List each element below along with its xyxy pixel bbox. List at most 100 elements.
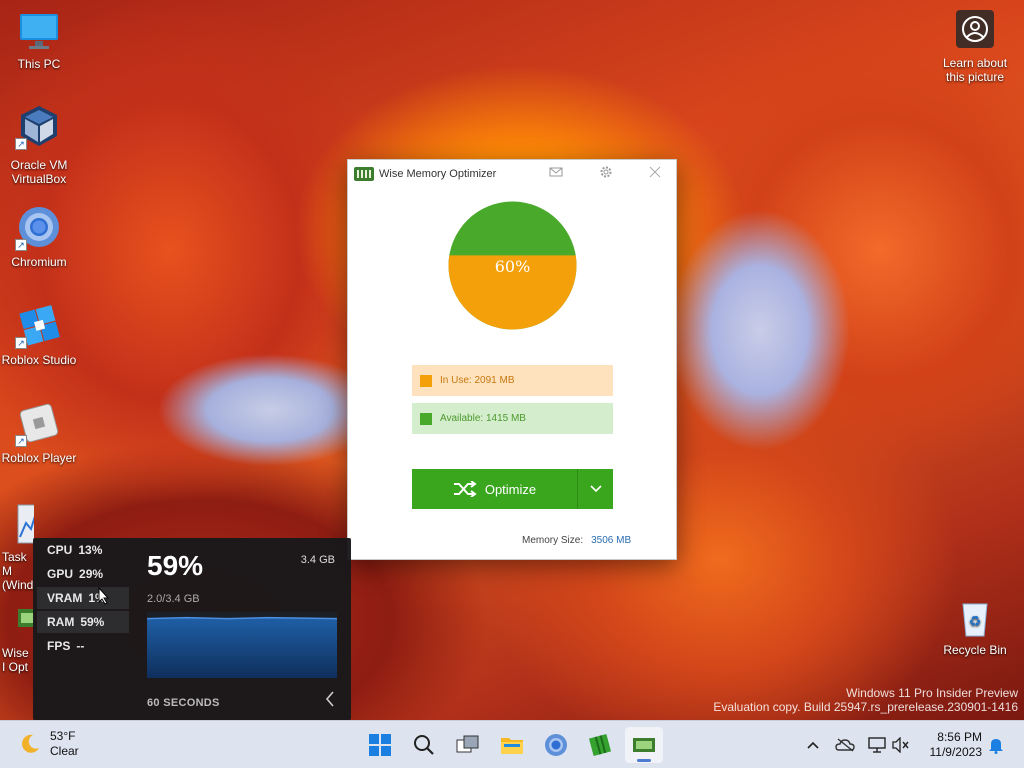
- clock-date: 11/9/2023: [929, 745, 983, 759]
- perf-row-value: 13%: [78, 543, 103, 557]
- desktop-icon-label: Roblox Studio: [1, 353, 77, 367]
- perf-row-cpu[interactable]: CPU 13%: [37, 539, 129, 561]
- roblox-player-icon: ↗: [15, 401, 61, 447]
- desktop-icon-label: This PC: [17, 57, 61, 71]
- desktop-icon-label: Chromium: [11, 255, 67, 269]
- chevron-left-icon[interactable]: [325, 691, 335, 712]
- search-button[interactable]: [405, 727, 443, 763]
- shuffle-icon: [453, 481, 477, 497]
- weather-condition: Clear: [50, 744, 79, 758]
- desktop-icon-roblox-player[interactable]: ↗ Roblox Player: [0, 401, 78, 465]
- chevron-down-icon: [589, 485, 602, 493]
- moon-icon: [22, 734, 39, 753]
- ram-usage-graph: [147, 612, 337, 678]
- gear-icon[interactable]: [595, 164, 617, 184]
- perf-row-name: GPU: [47, 567, 74, 581]
- performance-widget: CPU 13% GPU 29% VRAM 1% RAM 59% FPS -- 59% 3.…: [33, 538, 351, 720]
- in-use-swatch: [420, 374, 432, 387]
- optimize-button-group: Optimize: [412, 469, 613, 509]
- weather-temp: 53°F: [50, 729, 76, 743]
- window-titlebar[interactable]: Wise Memory Optimizer: [348, 160, 676, 188]
- wise-memory-icon: [633, 738, 655, 752]
- pie-percent-label: 60%: [494, 257, 531, 276]
- shortcut-arrow-icon: ↗: [15, 239, 27, 251]
- roblox-studio-icon: [588, 733, 612, 757]
- perf-row-name: FPS: [47, 639, 71, 653]
- perf-row-name: RAM: [47, 615, 75, 629]
- task-view-button[interactable]: [449, 727, 487, 763]
- perf-row-name: VRAM: [47, 591, 83, 605]
- desktop-icon-this-pc[interactable]: This PC: [0, 10, 78, 71]
- perf-row-value: --: [76, 639, 85, 653]
- roblox-studio-taskbar-button[interactable]: [581, 727, 619, 763]
- memory-size-label: Memory Size:: [522, 535, 584, 546]
- monitor-icon: [17, 10, 61, 54]
- desktop-icon-recycle-bin[interactable]: ♻ Recycle Bin: [936, 596, 1014, 657]
- perf-row-ram[interactable]: RAM 59%: [37, 611, 129, 633]
- virtualbox-icon: ↗: [15, 104, 61, 150]
- learn-about-picture[interactable]: Learn about this picture: [936, 10, 1014, 84]
- shortcut-arrow-icon: ↗: [15, 138, 27, 150]
- desktop-icon-label: Roblox Player: [1, 451, 77, 465]
- clock-time: 8:56 PM: [937, 730, 982, 744]
- optimize-dropdown-button[interactable]: [578, 469, 613, 509]
- perf-row-value: 59%: [80, 615, 105, 629]
- watermark-edition: Windows 11 Pro Insider Preview: [846, 686, 1018, 700]
- roblox-studio-icon: ↗: [15, 303, 61, 349]
- desktop-icon-task-manager[interactable]: Task M (Wind: [0, 503, 34, 592]
- taskbar-clock[interactable]: 8:56 PM 11/9/2023: [930, 730, 983, 760]
- optimize-label: Optimize: [484, 481, 537, 497]
- available-swatch: [420, 412, 432, 425]
- desktop-icon-roblox-studio[interactable]: ↗ Roblox Studio: [0, 303, 78, 367]
- recycle-bin-label: Recycle Bin: [943, 643, 1007, 657]
- svg-text:♻: ♻: [969, 614, 982, 630]
- desktop-icon-wise-memory[interactable]: Wise I Opt: [0, 603, 34, 674]
- start-button[interactable]: [361, 727, 399, 763]
- memory-size: Memory Size: 3506 MB: [522, 535, 631, 546]
- speaker-muted-icon[interactable]: [891, 735, 911, 755]
- available-label: Available: 1415 MB: [440, 413, 526, 424]
- ram-usage-area: [147, 617, 337, 678]
- task-view-icon: [456, 735, 479, 753]
- shortcut-arrow-icon: ↗: [15, 337, 27, 349]
- ram-percent-value: 59%: [147, 550, 204, 581]
- window-title: Wise Memory Optimizer: [379, 168, 497, 180]
- taskbar: 53°F Clear 8:56 PM 11/9/2023: [0, 720, 1024, 768]
- watermark-build: Evaluation copy. Build 25947.rs_prerelea…: [713, 700, 1018, 714]
- perf-row-vram[interactable]: VRAM 1%: [37, 587, 129, 609]
- task-manager-icon: [16, 503, 34, 547]
- learn-about-label: Learn about this picture: [942, 56, 1008, 84]
- desktop-icon-virtualbox[interactable]: ↗ Oracle VM VirtualBox: [0, 104, 78, 186]
- onedrive-icon[interactable]: [835, 735, 855, 755]
- network-icon[interactable]: [867, 735, 887, 755]
- notification-bell-icon[interactable]: [986, 735, 1006, 755]
- mail-icon[interactable]: [545, 164, 567, 184]
- perf-row-fps[interactable]: FPS --: [37, 635, 129, 657]
- wise-memory-taskbar-button[interactable]: [625, 727, 663, 763]
- close-icon[interactable]: [644, 164, 666, 184]
- wise-memory-logo-icon: [354, 167, 374, 181]
- ram-total: 3.4 GB: [300, 554, 335, 566]
- legend-in-use: In Use: 2091 MB: [412, 365, 613, 396]
- optimize-button[interactable]: Optimize: [412, 469, 577, 509]
- legend-available: Available: 1415 MB: [412, 403, 613, 434]
- perf-row-gpu[interactable]: GPU 29%: [37, 563, 129, 585]
- wise-memory-optimizer-window: Wise Memory Optimizer 60% In Use: 2091 M…: [347, 159, 677, 560]
- ram-used-total: 2.0/3.4 GB: [147, 593, 200, 605]
- weather-widget[interactable]: 53°F Clear: [18, 729, 79, 759]
- chevron-up-icon[interactable]: [803, 735, 823, 755]
- perf-row-value: 29%: [79, 567, 104, 581]
- search-icon: [414, 735, 434, 755]
- memory-pie-chart: 60%: [448, 201, 577, 330]
- graph-duration-label: 60 SECONDS: [147, 697, 220, 709]
- windows-watermark: Windows 11 Pro Insider Preview Evaluatio…: [713, 686, 1018, 714]
- desktop-icon-chromium[interactable]: ↗ Chromium: [0, 205, 78, 269]
- desktop-icon-label: Wise I Opt: [2, 646, 29, 674]
- folder-icon: [501, 738, 523, 754]
- chromium-taskbar-button[interactable]: [537, 727, 575, 763]
- shortcut-arrow-icon: ↗: [15, 435, 27, 447]
- memory-size-value: 3506 MB: [591, 535, 632, 546]
- desktop-icon-label: Task M (Wind: [2, 550, 34, 592]
- perf-row-name: CPU: [47, 543, 73, 557]
- file-explorer-button[interactable]: [493, 727, 531, 763]
